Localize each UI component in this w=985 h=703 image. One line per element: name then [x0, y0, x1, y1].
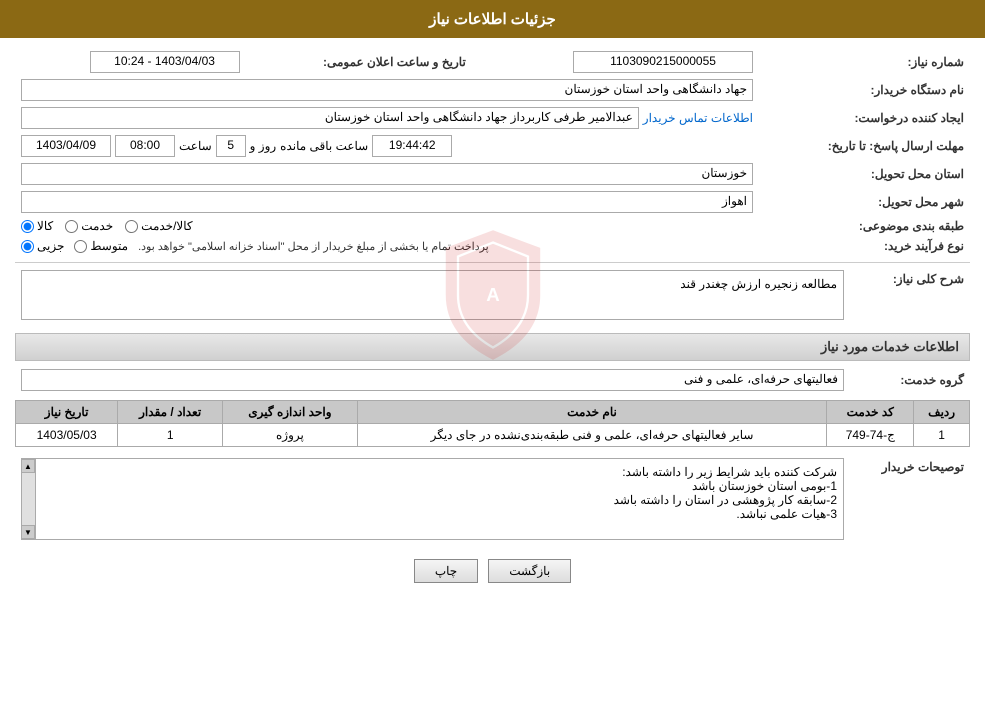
watermark-logo: A	[433, 225, 553, 365]
purchase-partial-option[interactable]: جزیی	[21, 239, 64, 253]
col-header-unit: واحد اندازه گیری	[223, 401, 358, 424]
comments-textarea[interactable]: شرکت کننده باید شرایط زیر را داشته باشد:…	[36, 459, 843, 539]
remaining-label: ساعت باقی مانده	[280, 139, 368, 153]
province-value: خوزستان	[15, 160, 759, 188]
category-value: کالا/خدمت خدمت کالا	[15, 216, 759, 236]
comments-content: ▲ ▼ شرکت کننده باید شرایط زیر را داشته ب…	[15, 455, 850, 543]
purchase-medium-label: متوسط	[90, 239, 128, 253]
purchase-medium-option[interactable]: متوسط	[74, 239, 128, 253]
page-container: جزئیات اطلاعات نیاز شماره نیاز: 11030902…	[0, 0, 985, 703]
services-table: ردیف کد خدمت نام خدمت واحد اندازه گیری ت…	[15, 400, 970, 447]
province-input: خوزستان	[21, 163, 753, 185]
buyer-org-input: جهاد دانشگاهی واحد استان خوزستان	[21, 79, 753, 101]
content-area: شماره نیاز: 1103090215000055 تاریخ و ساع…	[0, 38, 985, 603]
remaining-time-value: 19:44:42	[372, 135, 452, 157]
row-code: ج-74-749	[827, 424, 914, 447]
service-group-input: فعالیتهای حرفه‌ای، علمی و فنی	[21, 369, 844, 391]
category-goods-service-option[interactable]: کالا/خدمت	[125, 219, 192, 233]
time-input: 08:00	[115, 135, 175, 157]
category-service-radio[interactable]	[65, 220, 78, 233]
buyer-org-label: نام دستگاه خریدار:	[759, 76, 970, 104]
city-label: شهر محل تحویل:	[759, 188, 970, 216]
announcement-date-label: تاریخ و ساعت اعلان عمومی:	[246, 48, 486, 76]
service-group-label: گروه خدمت:	[850, 366, 970, 394]
comments-wrapper: ▲ ▼ شرکت کننده باید شرایط زیر را داشته ب…	[21, 458, 844, 540]
comments-text: شرکت کننده باید شرایط زیر را داشته باشد:…	[614, 465, 837, 521]
announcement-date-value: 1403/04/03 - 10:24	[15, 48, 246, 76]
days-input: 5	[216, 135, 246, 157]
deadline-row: 19:44:42 ساعت باقی مانده روز و 5 ساعت 08…	[15, 132, 759, 160]
col-header-name: نام خدمت	[357, 401, 827, 424]
remaining-time-input: 19:44:42	[372, 135, 452, 157]
page-title: جزئیات اطلاعات نیاز	[0, 0, 985, 38]
print-button[interactable]: چاپ	[414, 559, 478, 583]
purchase-partial-radio[interactable]	[21, 240, 34, 253]
action-buttons-area: بازگشت چاپ	[15, 549, 970, 593]
days-separator: روز و	[250, 139, 277, 153]
purchase-type-label: نوع فرآیند خرید:	[759, 236, 970, 256]
col-header-date: تاریخ نیاز	[16, 401, 118, 424]
row-number: 1	[914, 424, 970, 447]
contact-link[interactable]: اطلاعات تماس خریدار	[643, 111, 753, 125]
need-number-value: 1103090215000055	[486, 48, 759, 76]
row-date: 1403/05/03	[16, 424, 118, 447]
creator-label: ایجاد کننده درخواست:	[759, 104, 970, 132]
time-label: ساعت	[179, 139, 212, 153]
purchase-type-value: پرداخت تمام یا بخشی از مبلغ خریدار از مح…	[15, 236, 759, 256]
need-number-input: 1103090215000055	[573, 51, 753, 73]
category-service-label: خدمت	[81, 219, 113, 233]
need-number-label: شماره نیاز:	[759, 48, 970, 76]
row-name: سایر فعالیتهای حرفه‌ای، علمی و فنی طبقه‌…	[357, 424, 827, 447]
comments-table: توصیحات خریدار ▲ ▼ شرکت کننده باید شرایط…	[15, 455, 970, 543]
svg-text:A: A	[486, 284, 499, 305]
row-qty: 1	[118, 424, 223, 447]
category-goods-service-label: کالا/خدمت	[141, 219, 192, 233]
province-label: استان محل تحویل:	[759, 160, 970, 188]
table-row: 1 ج-74-749 سایر فعالیتهای حرفه‌ای، علمی …	[16, 424, 970, 447]
description-section: A شرح کلی نیاز: مطالعه زنجیره ارزش چغندر…	[15, 267, 970, 323]
scroll-up-arrow[interactable]: ▲	[21, 459, 35, 473]
buyer-org-value: جهاد دانشگاهی واحد استان خوزستان	[15, 76, 759, 104]
col-header-qty: تعداد / مقدار	[118, 401, 223, 424]
scroll-down-arrow[interactable]: ▼	[21, 525, 35, 539]
scroll-arrows: ▲ ▼	[22, 459, 36, 539]
service-group-table: گروه خدمت: فعالیتهای حرفه‌ای، علمی و فنی	[15, 366, 970, 394]
description-label-text: شرح کلی نیاز:	[893, 272, 964, 286]
category-goods-radio[interactable]	[21, 220, 34, 233]
purchase-partial-label: جزیی	[37, 239, 64, 253]
deadline-label: مهلت ارسال پاسخ: تا تاریخ:	[759, 132, 970, 160]
category-service-option[interactable]: خدمت	[65, 219, 113, 233]
date-input: 1403/04/09	[21, 135, 111, 157]
back-button[interactable]: بازگشت	[488, 559, 571, 583]
row-unit: پروژه	[223, 424, 358, 447]
comments-label-text: توصیحات خریدار	[882, 460, 964, 474]
category-goods-service-radio[interactable]	[125, 220, 138, 233]
col-header-code: کد خدمت	[827, 401, 914, 424]
description-section-label: شرح کلی نیاز:	[850, 267, 970, 323]
creator-value: اطلاعات تماس خریدار عبدالامیر طرفی کاربر…	[15, 104, 759, 132]
announcement-date-input: 1403/04/03 - 10:24	[90, 51, 240, 73]
service-group-value: فعالیتهای حرفه‌ای، علمی و فنی	[15, 366, 850, 394]
creator-input: عبدالامیر طرفی کاربرداز جهاد دانشگاهی وا…	[21, 107, 639, 129]
city-value: اهواز	[15, 188, 759, 216]
col-header-row: ردیف	[914, 401, 970, 424]
purchase-medium-radio[interactable]	[74, 240, 87, 253]
category-goods-label: کالا	[37, 219, 53, 233]
city-input: اهواز	[21, 191, 753, 213]
category-label: طبقه بندی موضوعی:	[759, 216, 970, 236]
comments-label: توصیحات خریدار	[850, 455, 970, 543]
category-goods-option[interactable]: کالا	[21, 219, 53, 233]
